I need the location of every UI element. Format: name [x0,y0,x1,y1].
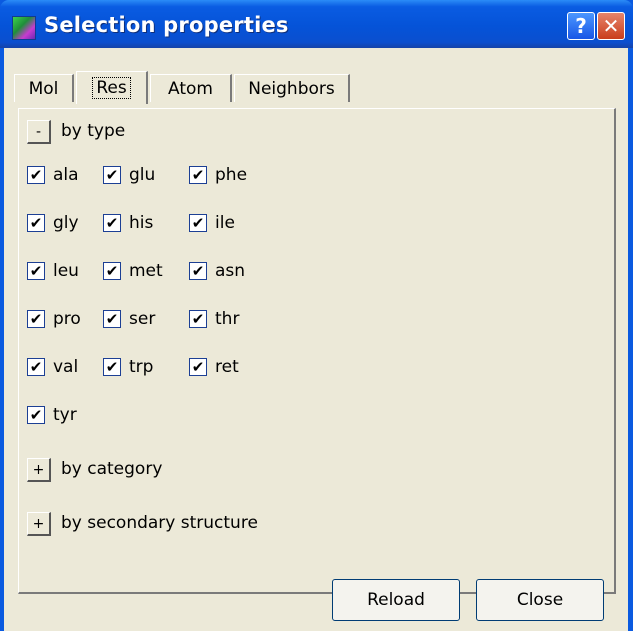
tab-mol[interactable]: Mol [14,74,74,102]
expand-by-secondary-structure-button[interactable]: + [27,512,51,536]
checkbox-met[interactable]: ✔ [103,262,121,280]
checkbox-thr[interactable]: ✔ [189,310,207,328]
checkbox-ser[interactable]: ✔ [103,310,121,328]
help-button[interactable]: ? [567,12,595,40]
residue-label: pro [53,309,81,329]
checkmark-icon: ✔ [29,358,43,376]
collapse-by-type-button[interactable]: - [27,120,51,144]
reload-button[interactable]: Reload [332,579,460,621]
checkmark-icon: ✔ [105,358,119,376]
tab-neighbors[interactable]: Neighbors [234,74,350,102]
checkmark-icon: ✔ [105,214,119,232]
dialog-client-area: Mol Res Atom Neighbors - by type ✔ ala ✔ gl… [4,48,628,631]
checkmark-icon: ✔ [191,262,205,280]
checkbox-phe[interactable]: ✔ [189,166,207,184]
residue-label: glu [129,165,156,185]
residue-label: thr [215,309,240,329]
expand-by-category-button[interactable]: + [27,458,51,482]
residue-label: ile [215,213,235,233]
tab-atom[interactable]: Atom [150,74,232,102]
residue-label: trp [129,357,154,377]
checkbox-gly[interactable]: ✔ [27,214,45,232]
checkmark-icon: ✔ [29,406,43,424]
checkbox-tyr[interactable]: ✔ [27,406,45,424]
checkmark-icon: ✔ [191,214,205,232]
checkmark-icon: ✔ [191,310,205,328]
residue-label: met [129,261,163,281]
title-bar[interactable]: Selection properties ? ✕ [0,0,633,48]
residue-label: asn [215,261,246,281]
checkmark-icon: ✔ [29,166,43,184]
checkmark-icon: ✔ [191,166,205,184]
close-button[interactable]: Close [476,579,604,621]
checkmark-icon: ✔ [191,358,205,376]
res-tab-panel: - by type ✔ ala ✔ glu ✔ phe ✔ gly ✔ his ✔ ile ✔ leu ✔ m… [18,108,616,594]
checkbox-pro[interactable]: ✔ [27,310,45,328]
checkbox-trp[interactable]: ✔ [103,358,121,376]
checkmark-icon: ✔ [29,262,43,280]
residue-label: ret [215,357,239,377]
close-window-button[interactable]: ✕ [597,12,625,40]
checkmark-icon: ✔ [105,310,119,328]
selection-properties-window: Selection properties ? ✕ Mol Res Atom Ne… [0,0,633,631]
checkbox-his[interactable]: ✔ [103,214,121,232]
checkbox-ret[interactable]: ✔ [189,358,207,376]
window-title: Selection properties [44,13,289,37]
by-type-label: by type [61,121,126,141]
checkbox-ile[interactable]: ✔ [189,214,207,232]
checkbox-leu[interactable]: ✔ [27,262,45,280]
by-category-label: by category [61,459,163,479]
residue-label: ala [53,165,79,185]
checkmark-icon: ✔ [105,166,119,184]
checkmark-icon: ✔ [29,214,43,232]
checkbox-val[interactable]: ✔ [27,358,45,376]
checkbox-ala[interactable]: ✔ [27,166,45,184]
checkbox-glu[interactable]: ✔ [103,166,121,184]
residue-label: ser [129,309,156,329]
residue-label: tyr [53,405,77,425]
checkbox-asn[interactable]: ✔ [189,262,207,280]
residue-label: phe [215,165,248,185]
residue-label: his [129,213,154,233]
checkmark-icon: ✔ [29,310,43,328]
app-icon [12,16,36,40]
residue-label: gly [53,213,79,233]
by-secondary-structure-label: by secondary structure [61,513,258,533]
residue-label: val [53,357,79,377]
checkmark-icon: ✔ [105,262,119,280]
tab-res[interactable]: Res [76,71,148,104]
residue-label: leu [53,261,79,281]
